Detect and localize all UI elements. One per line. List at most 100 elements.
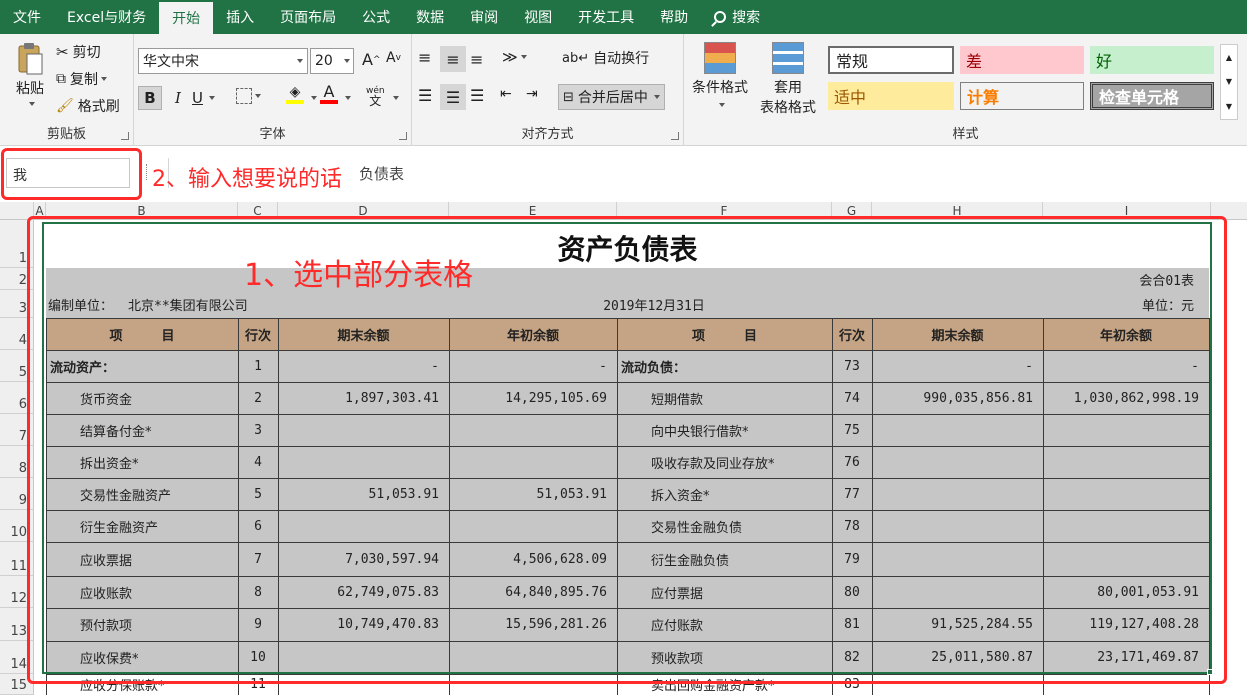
scroll-up-icon[interactable]: ▲ [1226,53,1232,62]
copy-button[interactable]: ⧉ 复制 [56,69,107,89]
format-as-table-label-line1: 套用 [774,80,802,96]
row-number: 3 [18,301,27,316]
tab-help[interactable]: 帮助 [647,0,701,34]
copy-icon: ⧉ [56,71,66,87]
align-bottom-button[interactable]: ≡ [470,50,483,69]
excel-window: 文件 Excel与财务 开始 插入 页面布局 公式 数据 审阅 视图 开发工具 … [0,0,1247,695]
styles-more-icon[interactable]: ▼ [1226,102,1232,111]
font-color-icon: A [323,82,335,101]
font-group: 华文中宋 20 A ^ Av B I U ◈ A wén 文 字体 [134,34,412,146]
paste-button[interactable]: 粘贴 [10,42,50,106]
orientation-icon: ≫ [502,48,518,66]
chevron-down-icon[interactable] [653,95,660,99]
font-color-button[interactable]: A [320,84,338,104]
conditional-format-icon [704,42,736,74]
dialog-launcher-icon[interactable] [671,132,679,140]
bold-icon: B [144,89,156,107]
chevron-down-icon [255,94,261,98]
tab-developer[interactable]: 开发工具 [565,0,647,34]
font-size-select[interactable]: 20 [310,48,354,74]
clipboard-group: 粘贴 ✂ 剪切 ⧉ 复制 🖌 格式刷 剪贴板 [0,34,134,146]
chevron-down-icon [718,103,725,107]
tab-home[interactable]: 开始 [159,2,214,34]
grow-font-icon: A [362,50,373,69]
chevron-down-icon[interactable] [345,96,351,100]
ribbon: 粘贴 ✂ 剪切 ⧉ 复制 🖌 格式刷 剪贴板 华文中宋 20 A ^ A v B… [0,34,1247,146]
cut-button[interactable]: ✂ 剪切 [56,42,101,62]
align-top-icon: ≡ [418,48,431,67]
align-center-button[interactable]: ☰ [440,84,466,110]
bold-button[interactable]: B [138,86,162,110]
borders-button[interactable] [236,88,261,104]
menu-bar: 文件 Excel与财务 开始 插入 页面布局 公式 数据 审阅 视图 开发工具 … [0,0,1247,34]
phonetic-icon: 文 [369,94,382,108]
row-number: 9 [18,493,27,508]
style-normal[interactable]: 常规 [828,46,954,74]
style-bad[interactable]: 差 [960,46,1084,74]
styles-scroll[interactable]: ▲ ▼ ▼ [1220,44,1238,120]
format-as-table-button[interactable]: 套用 表格格式 [754,42,822,117]
style-neutral[interactable]: 适中 [828,82,954,110]
cut-label: 剪切 [72,45,101,61]
tab-data[interactable]: 数据 [403,0,457,34]
underline-button[interactable]: U [192,86,215,110]
align-center-icon: ☰ [445,87,461,107]
tab-formulas[interactable]: 公式 [349,0,403,34]
chevron-down-icon[interactable] [101,77,107,81]
font-color-swatch [320,100,338,104]
style-calculation[interactable]: 计算 [960,82,1084,110]
italic-button[interactable]: I [168,86,188,110]
tab-page-layout[interactable]: 页面布局 [267,0,349,34]
orientation-button[interactable]: ≫ [502,48,527,66]
row-number: 7 [18,429,27,444]
styles-group-label: 样式 [952,127,979,142]
merge-center-label: 合并后居中 [577,90,648,106]
align-left-button[interactable]: ☰ [418,86,432,105]
chevron-down-icon[interactable] [208,96,215,100]
dialog-launcher-icon[interactable] [399,132,407,140]
align-right-button[interactable]: ☰ [470,86,484,105]
annotation-step2: 2、输入想要说的话 [152,167,342,192]
phonetic-button[interactable]: wén 文 [366,86,385,108]
decrease-indent-button[interactable]: ⇤ [500,86,512,102]
row-number: 2 [18,273,27,288]
font-group-label: 字体 [259,127,286,142]
row-number: 15 [10,678,27,693]
chevron-down-icon[interactable] [393,96,399,100]
row-number: 4 [18,333,27,348]
borders-icon [236,88,252,104]
style-good[interactable]: 好 [1090,46,1214,74]
align-middle-button[interactable]: ≡ [440,46,466,72]
row-number: 14 [10,657,27,672]
align-top-button[interactable]: ≡ [418,48,431,67]
font-name-select[interactable]: 华文中宋 [138,48,308,74]
tab-insert[interactable]: 插入 [213,0,267,34]
format-painter-button[interactable]: 🖌 格式刷 [56,96,120,116]
chevron-down-icon [520,55,527,59]
tab-review[interactable]: 审阅 [457,0,511,34]
increase-indent-button[interactable]: ⇥ [526,86,538,102]
align-right-icon: ☰ [470,86,485,105]
scissors-icon: ✂ [56,43,69,61]
shrink-font-button[interactable]: Av [386,50,401,66]
copy-label: 复制 [70,72,98,88]
formula-bar-separator [146,164,148,180]
tab-view[interactable]: 视图 [511,0,565,34]
chevron-down-icon[interactable] [311,96,317,100]
search-icon [714,11,727,23]
chevron-down-icon[interactable] [28,102,35,106]
merge-center-button[interactable]: ⊟ 合并后居中 [558,84,665,110]
grow-font-button[interactable]: A ^ [362,50,381,69]
tab-excel-finance[interactable]: Excel与财务 [54,0,159,34]
tab-search[interactable]: 搜索 [701,0,773,34]
fill-color-button[interactable]: ◈ [286,84,304,104]
align-bottom-icon: ≡ [470,50,484,69]
table-style-icon [772,42,804,74]
tab-file[interactable]: 文件 [0,0,54,34]
conditional-format-button[interactable]: 条件格式 [688,42,752,107]
format-as-table-label-line2: 表格格式 [760,100,816,116]
style-check-cell[interactable]: 检查单元格 [1090,82,1214,110]
wrap-text-button[interactable]: ab↵ 自动换行 [562,48,649,68]
scroll-down-icon[interactable]: ▼ [1226,77,1232,86]
dialog-launcher-icon[interactable] [121,132,129,140]
